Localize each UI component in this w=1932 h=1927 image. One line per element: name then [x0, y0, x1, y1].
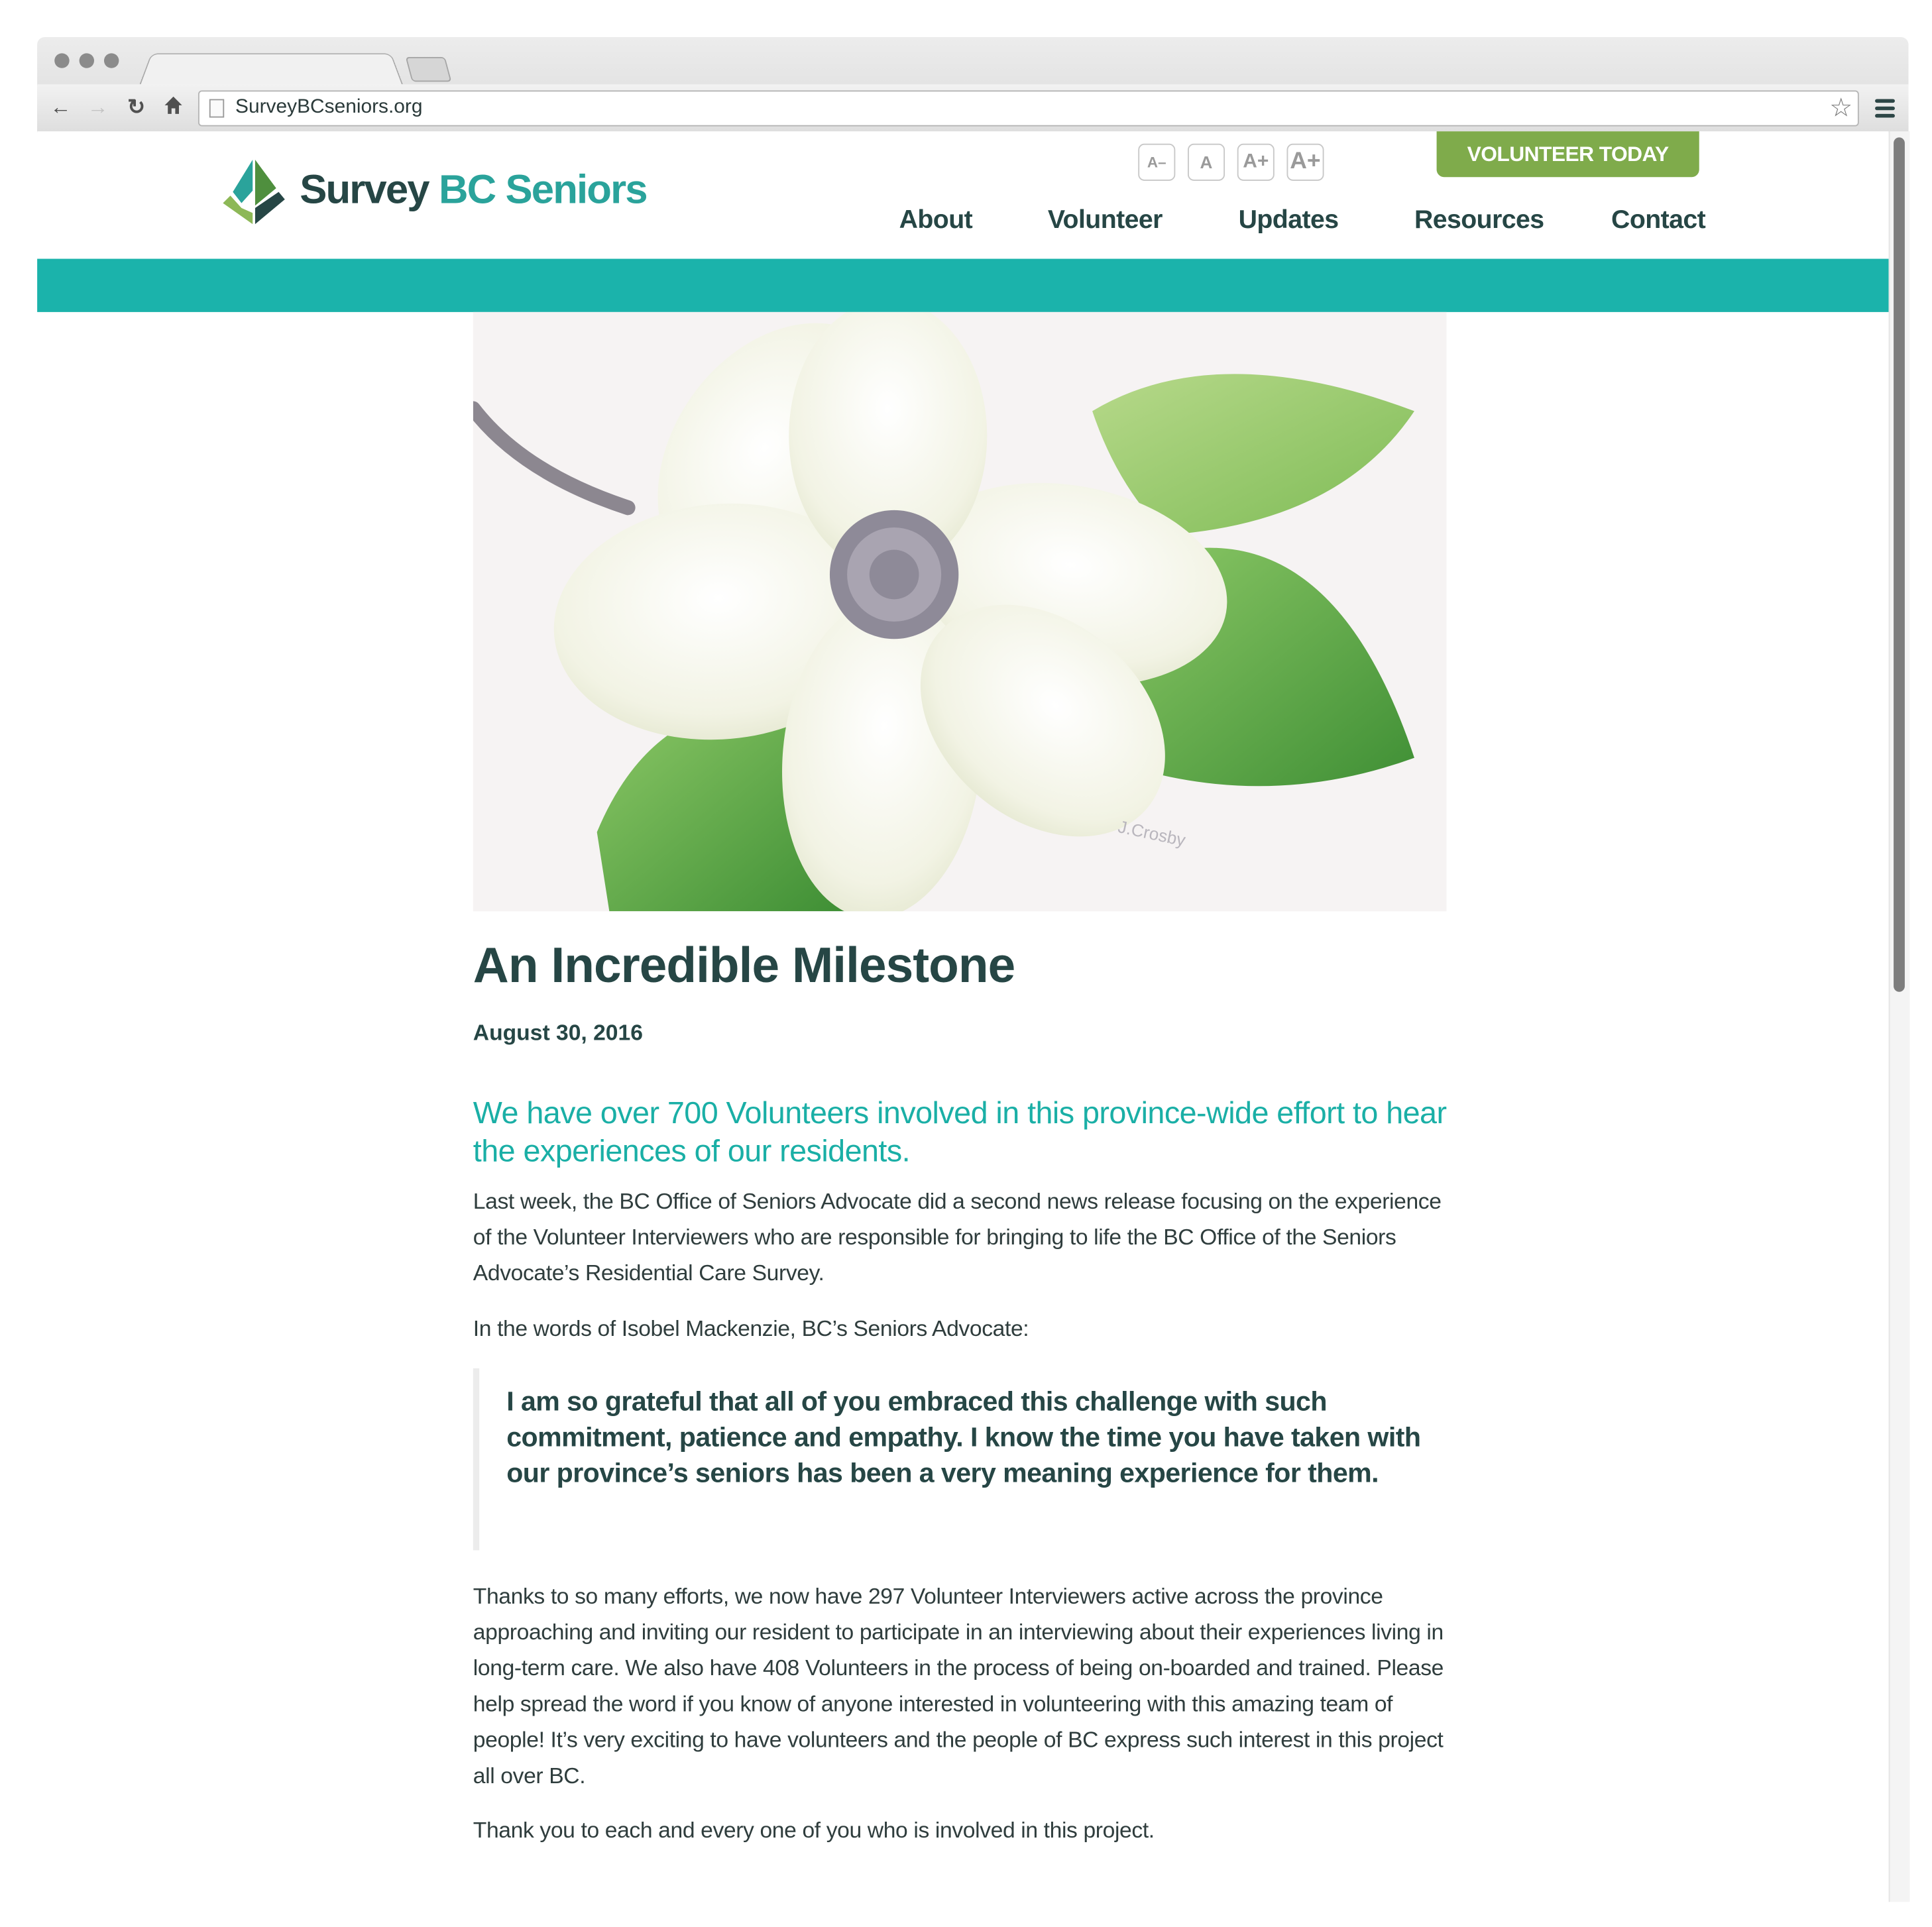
- decrease-font-size-button[interactable]: A–: [1138, 143, 1176, 181]
- blockquote: I am so grateful that all of you embrace…: [473, 1368, 1447, 1551]
- increase-font-size-button[interactable]: A+: [1237, 143, 1275, 181]
- article-lead: We have over 700 Volunteers involved in …: [473, 1095, 1447, 1169]
- browser-toolbar: ← → ↻ SurveyBCseniors.org ☆: [37, 84, 1909, 133]
- article-paragraph-3: Thanks to so many efforts, we now have 2…: [473, 1583, 1444, 1789]
- browser-window-chrome: ← → ↻ SurveyBCseniors.org ☆: [37, 37, 1909, 133]
- default-font-size-button[interactable]: A: [1187, 143, 1225, 181]
- teal-banner: [37, 258, 1889, 312]
- vertical-scrollbar[interactable]: [1888, 131, 1910, 1902]
- page-icon: [209, 99, 225, 118]
- volunteer-today-button[interactable]: VOLUNTEER TODAY: [1436, 131, 1699, 178]
- article-paragraph-4: Thank you to each and every one of you w…: [473, 1818, 1155, 1843]
- close-window-button[interactable]: [54, 53, 70, 68]
- nav-about[interactable]: About: [899, 205, 973, 235]
- home-icon[interactable]: [161, 95, 186, 120]
- reload-icon[interactable]: ↻: [124, 95, 148, 120]
- article-paragraph-1: Last week, the BC Office of Seniors Advo…: [473, 1188, 1442, 1286]
- hamburger-menu-icon[interactable]: [1875, 99, 1895, 121]
- article-date: August 30, 2016: [473, 1020, 643, 1046]
- article-title: An Incredible Milestone: [473, 938, 1015, 993]
- logo-word-survey: Survey: [300, 166, 429, 212]
- star-icon[interactable]: ☆: [1829, 93, 1852, 124]
- largest-font-size-button[interactable]: A+: [1286, 143, 1324, 181]
- back-arrow-icon[interactable]: ←: [48, 95, 73, 120]
- quote-text: I am so grateful that all of you embrace…: [506, 1385, 1421, 1489]
- nav-updates[interactable]: Updates: [1239, 205, 1339, 235]
- scrollbar-thumb[interactable]: [1894, 137, 1905, 992]
- minimize-window-button[interactable]: [79, 53, 95, 68]
- article-paragraph-2: In the words of Isobel Mackenzie, BC’s S…: [473, 1316, 1029, 1341]
- tab-bar: [37, 37, 1909, 87]
- survey-bc-seniors-logo-icon[interactable]: [221, 158, 288, 225]
- maximize-window-button[interactable]: [103, 53, 119, 68]
- url-text: SurveyBCseniors.org: [235, 96, 423, 118]
- browser-tab-active[interactable]: [139, 53, 404, 87]
- forward-arrow-icon[interactable]: →: [85, 95, 110, 120]
- nav-volunteer[interactable]: Volunteer: [1048, 205, 1163, 235]
- nav-resources[interactable]: Resources: [1414, 205, 1544, 235]
- site-logo-text[interactable]: Survey BC Seniors: [300, 166, 648, 213]
- nav-contact[interactable]: Contact: [1611, 205, 1706, 235]
- hero-image: J.Crosby: [473, 311, 1447, 912]
- logo-word-bc-seniors: BC Seniors: [438, 166, 648, 212]
- dogwood-flower-illustration: J.Crosby: [473, 311, 1447, 912]
- web-page: Survey BC Seniors A– A A+ A+ VOLUNTEER T…: [37, 131, 1889, 1902]
- new-tab-button[interactable]: [405, 56, 452, 82]
- address-bar[interactable]: SurveyBCseniors.org ☆: [198, 90, 1859, 127]
